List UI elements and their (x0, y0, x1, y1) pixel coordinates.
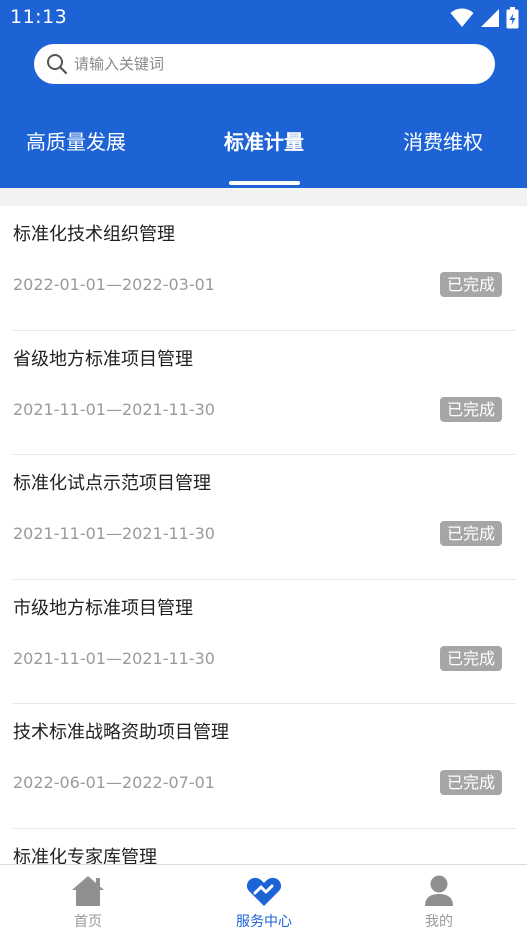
nav-home[interactable]: 首页 (28, 865, 148, 938)
status-badge: 已完成 (439, 396, 502, 422)
project-list: 标准化技术组织管理 2022-01-01—2022-03-01 已完成 省级地方… (0, 206, 527, 864)
cellular-signal-icon (481, 9, 499, 27)
nav-service-center[interactable]: 服务中心 (204, 865, 324, 938)
status-time: 11:13 (10, 6, 68, 28)
item-title: 标准化专家库管理 (13, 846, 157, 864)
bottom-navigation: 首页 服务中心 我的 (0, 864, 527, 938)
item-title: 省级地方标准项目管理 (13, 348, 193, 370)
list-item[interactable]: 标准化试点示范项目管理 2021-11-01—2021-11-30 已完成 (0, 455, 527, 580)
tab-standards-metrology[interactable]: 标准计量 (214, 126, 314, 158)
active-tab-indicator (229, 181, 300, 185)
item-title: 技术标准战略资助项目管理 (13, 722, 229, 744)
home-icon (72, 876, 104, 906)
tab-consumer-rights[interactable]: 消费维权 (392, 126, 494, 158)
status-badge: 已完成 (439, 770, 502, 796)
tab-high-quality-development[interactable]: 高质量发展 (24, 126, 128, 158)
nav-service-center-label: 服务中心 (236, 914, 292, 930)
item-date-range: 2022-06-01—2022-07-01 (13, 773, 215, 793)
item-date-range: 2022-01-01—2022-03-01 (13, 275, 215, 294)
item-date-range: 2021-11-01—2021-11-30 (13, 524, 215, 544)
nav-mine-label: 我的 (425, 914, 453, 930)
item-date-range: 2021-11-01—2021-11-30 (13, 648, 215, 668)
search-input[interactable] (74, 44, 474, 84)
search-icon (47, 54, 68, 75)
profile-icon (425, 875, 453, 906)
list-item[interactable]: 省级地方标准项目管理 2021-11-01—2021-11-30 已完成 (0, 331, 527, 456)
list-item[interactable]: 市级地方标准项目管理 2021-11-01—2021-11-30 已完成 (0, 580, 527, 705)
category-tabs: 高质量发展 标准计量 消费维权 (0, 110, 527, 188)
section-divider (0, 188, 527, 206)
status-icons (450, 7, 519, 29)
status-bar: 11:13 (0, 0, 527, 36)
status-badge: 已完成 (439, 645, 502, 671)
service-center-icon (246, 877, 282, 906)
wifi-icon (450, 8, 474, 27)
item-title: 市级地方标准项目管理 (13, 597, 193, 619)
search-bar[interactable] (34, 44, 495, 84)
list-item[interactable]: 标准化专家库管理 (0, 829, 527, 864)
item-date-range: 2021-11-01—2021-11-30 (13, 399, 215, 419)
status-badge: 已完成 (439, 272, 502, 297)
status-badge: 已完成 (439, 521, 502, 547)
list-item[interactable]: 标准化技术组织管理 2022-01-01—2022-03-01 已完成 (0, 206, 527, 331)
item-title: 标准化试点示范项目管理 (13, 473, 211, 495)
battery-icon (506, 7, 519, 29)
list-item[interactable]: 技术标准战略资助项目管理 2022-06-01—2022-07-01 已完成 (0, 704, 527, 829)
header: 11:13 高质量发展 标准计量 消费维权 (0, 0, 527, 188)
nav-home-label: 首页 (74, 914, 102, 930)
item-title: 标准化技术组织管理 (13, 224, 175, 245)
nav-mine[interactable]: 我的 (379, 865, 499, 938)
